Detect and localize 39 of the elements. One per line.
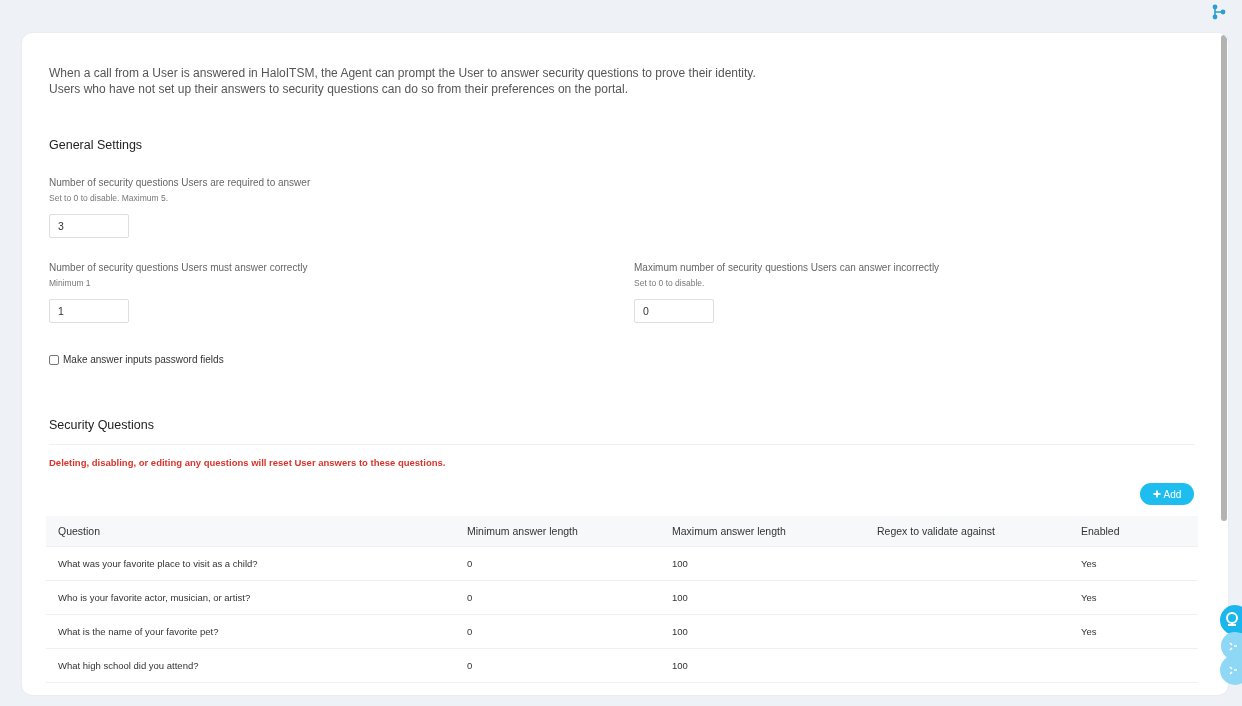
column-header: Enabled: [1080, 524, 1121, 538]
description-text: When a call from a User is answered in HaloITSM, the Agent can prompt the User to answer security questions to prove their identity.: [49, 65, 757, 81]
table-cell-text: 100: [671, 556, 689, 571]
field-hint: Set to 0 to disable.: [634, 277, 705, 289]
table-cell-text: 0: [466, 556, 474, 571]
table-cell-text: What is the name of your favorite pet?: [57, 624, 220, 639]
table-cell-text: What was your favorite place to visit as a child?: [57, 556, 259, 571]
number-input[interactable]: 3: [49, 214, 129, 238]
table-cell-text: 100: [671, 658, 689, 673]
column-header: Question: [57, 524, 102, 538]
warning-text: Deleting, disabling, or editing any questions will reset User answers to these questions.: [49, 456, 447, 470]
checkbox[interactable]: [49, 355, 59, 365]
checkbox-label[interactable]: Make answer inputs password fields: [63, 353, 224, 367]
scrollbar[interactable]: [1221, 35, 1227, 521]
table-cell-text: Yes: [1080, 556, 1098, 571]
section-title: Security Questions: [49, 417, 155, 434]
number-input[interactable]: 0: [634, 299, 714, 323]
table-cell-text: Yes: [1080, 590, 1098, 605]
table-cell-text: 100: [671, 590, 689, 605]
column-header: Minimum answer length: [466, 524, 579, 538]
table-cell-text: 100: [671, 624, 689, 639]
nodes-icon[interactable]: [1212, 4, 1226, 20]
field-label: Number of security questions Users must answer correctly: [49, 261, 308, 275]
table-cell-text: Yes: [1080, 624, 1098, 639]
section-title: General Settings: [49, 137, 144, 154]
table-cell-text: 0: [466, 658, 474, 673]
table-cell-text: What high school did you attend?: [57, 658, 200, 673]
description-text: Users who have not set up their answers to security questions can do so from their preferences on the portal.: [49, 81, 629, 97]
field-hint: Set to 0 to disable. Maximum 5.: [49, 192, 169, 204]
plus-icon: [1152, 490, 1161, 498]
table-cell-text: Who is your favorite actor, musician, or artist?: [57, 590, 252, 605]
table-cell-text: 0: [466, 624, 474, 639]
column-header: Regex to validate against: [876, 524, 996, 538]
table-cell-text: 0: [466, 590, 474, 605]
number-input[interactable]: 1: [49, 299, 129, 323]
field-label: Number of security questions Users are required to answer: [49, 176, 311, 190]
column-header: Maximum answer length: [671, 524, 787, 538]
field-label: Maximum number of security questions Users can answer incorrectly: [634, 261, 940, 275]
field-hint: Minimum 1: [49, 277, 91, 289]
